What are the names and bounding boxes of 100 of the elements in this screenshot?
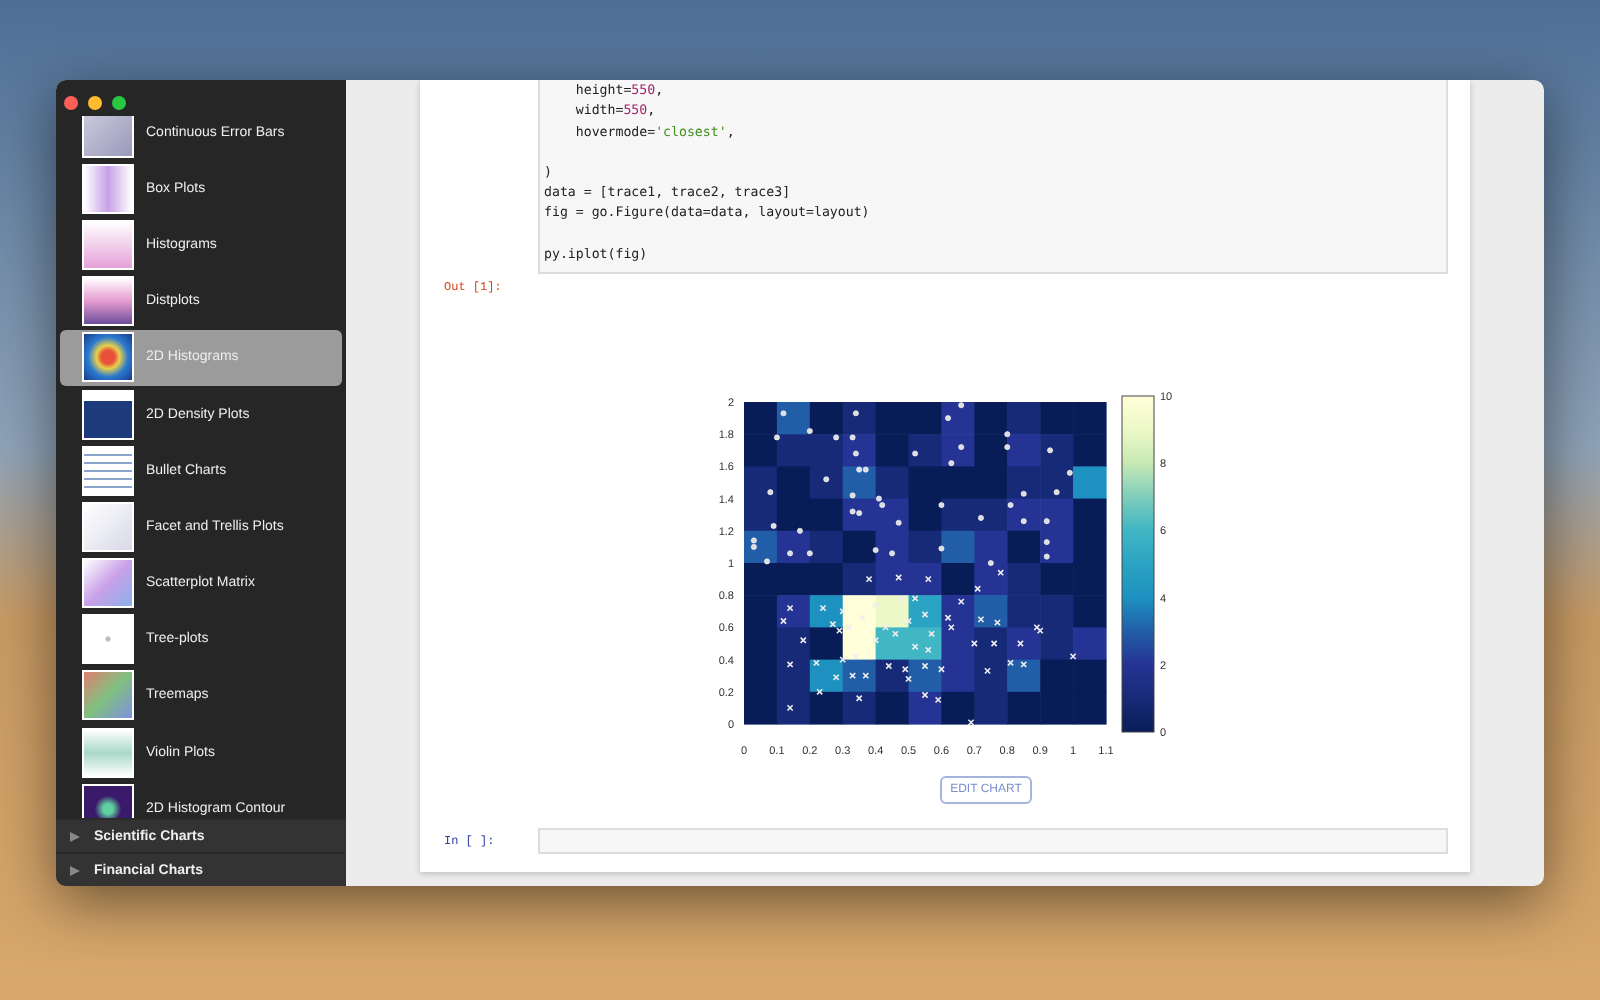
x-marker bbox=[934, 696, 942, 704]
code-input-field[interactable] bbox=[538, 828, 1448, 855]
x-marker bbox=[967, 719, 975, 726]
circle-marker bbox=[958, 444, 965, 451]
chart-thumbnail bbox=[82, 276, 134, 327]
circle-marker bbox=[833, 434, 840, 441]
circle-marker bbox=[958, 402, 965, 409]
x-marker bbox=[924, 575, 932, 583]
circle-marker bbox=[872, 547, 879, 554]
x-marker bbox=[780, 617, 787, 625]
circle-marker bbox=[1020, 491, 1027, 497]
circle-marker bbox=[1020, 518, 1027, 525]
circle-marker bbox=[1043, 518, 1050, 525]
circle-marker bbox=[764, 558, 770, 565]
x-marker bbox=[872, 637, 880, 644]
chart-thumbnail bbox=[82, 445, 134, 496]
x-marker bbox=[892, 630, 899, 638]
x-marker bbox=[816, 688, 824, 696]
x-marker bbox=[813, 659, 820, 667]
x-marker bbox=[990, 640, 998, 648]
circle-marker bbox=[948, 460, 955, 467]
x-marker bbox=[885, 662, 893, 670]
circle-marker bbox=[853, 450, 859, 457]
x-marker bbox=[984, 667, 991, 675]
circle-marker bbox=[945, 415, 951, 422]
x-marker bbox=[862, 672, 870, 680]
x-marker bbox=[921, 611, 929, 619]
circle-marker bbox=[889, 550, 895, 557]
x-marker bbox=[882, 624, 889, 631]
circle-marker bbox=[895, 520, 902, 526]
chart-thumbnail bbox=[82, 670, 134, 721]
x-marker bbox=[1007, 659, 1014, 667]
circle-marker bbox=[780, 410, 787, 417]
x-marker bbox=[865, 575, 873, 583]
circle-marker bbox=[1047, 447, 1053, 454]
chart-thumbnail bbox=[82, 332, 134, 383]
x-marker bbox=[799, 637, 807, 644]
chart-thumbnail bbox=[82, 614, 134, 665]
x-marker bbox=[921, 691, 929, 699]
x-marker bbox=[898, 595, 906, 602]
chart-thumbnail bbox=[82, 727, 134, 778]
circle-marker bbox=[787, 550, 793, 557]
circle-marker bbox=[770, 523, 777, 530]
x-marker bbox=[832, 674, 840, 681]
x-marker bbox=[786, 661, 794, 668]
circle-marker bbox=[806, 550, 813, 557]
zoom-button[interactable] bbox=[112, 96, 126, 110]
circle-marker bbox=[978, 515, 984, 521]
x-marker bbox=[921, 662, 929, 670]
x-marker bbox=[957, 598, 965, 606]
x-marker bbox=[994, 619, 1001, 627]
x-marker bbox=[819, 604, 827, 612]
circle-marker bbox=[806, 428, 813, 435]
x-marker bbox=[905, 617, 912, 625]
x-marker bbox=[924, 646, 932, 654]
chart-thumbnail bbox=[82, 163, 134, 214]
chart-thumbnail bbox=[82, 389, 134, 440]
circle-marker bbox=[1004, 431, 1011, 438]
circle-marker bbox=[774, 434, 780, 441]
chart-thumbnail bbox=[82, 116, 134, 158]
x-marker bbox=[786, 704, 794, 712]
circle-marker bbox=[912, 450, 919, 457]
circle-marker bbox=[1043, 539, 1050, 546]
x-marker bbox=[786, 604, 794, 612]
x-marker bbox=[1017, 640, 1024, 648]
circle-marker bbox=[823, 476, 830, 483]
x-marker bbox=[928, 630, 935, 638]
x-marker bbox=[977, 616, 985, 623]
chart-thumbnail bbox=[82, 783, 134, 818]
x-marker bbox=[855, 695, 863, 702]
circle-marker bbox=[767, 489, 774, 496]
close-button[interactable] bbox=[64, 96, 78, 110]
circle-marker bbox=[1053, 489, 1060, 496]
circle-marker bbox=[938, 502, 945, 509]
circle-marker bbox=[1066, 470, 1073, 476]
chart-thumbnail bbox=[82, 501, 134, 552]
circle-marker bbox=[938, 545, 945, 552]
circle-marker bbox=[1007, 502, 1014, 509]
x-marker bbox=[839, 608, 847, 615]
circle-marker bbox=[849, 434, 856, 441]
x-marker bbox=[852, 653, 860, 660]
circle-marker bbox=[849, 492, 856, 499]
x-marker bbox=[938, 666, 945, 673]
x-marker bbox=[1069, 653, 1077, 660]
circle-marker bbox=[1004, 444, 1011, 451]
chart-thumbnail bbox=[82, 558, 134, 609]
circle-marker bbox=[1043, 553, 1050, 560]
x-marker bbox=[895, 574, 903, 582]
circle-marker bbox=[853, 410, 859, 417]
x-marker bbox=[911, 643, 919, 651]
x-marker bbox=[997, 569, 1005, 577]
x-marker bbox=[970, 640, 978, 648]
x-marker bbox=[1020, 661, 1028, 668]
circle-marker bbox=[797, 528, 803, 534]
minimize-button[interactable] bbox=[88, 96, 102, 110]
circle-marker bbox=[987, 560, 994, 567]
chart-thumbnail bbox=[82, 219, 134, 270]
x-marker bbox=[839, 656, 847, 664]
x-marker bbox=[974, 585, 982, 593]
x-marker bbox=[911, 595, 919, 602]
